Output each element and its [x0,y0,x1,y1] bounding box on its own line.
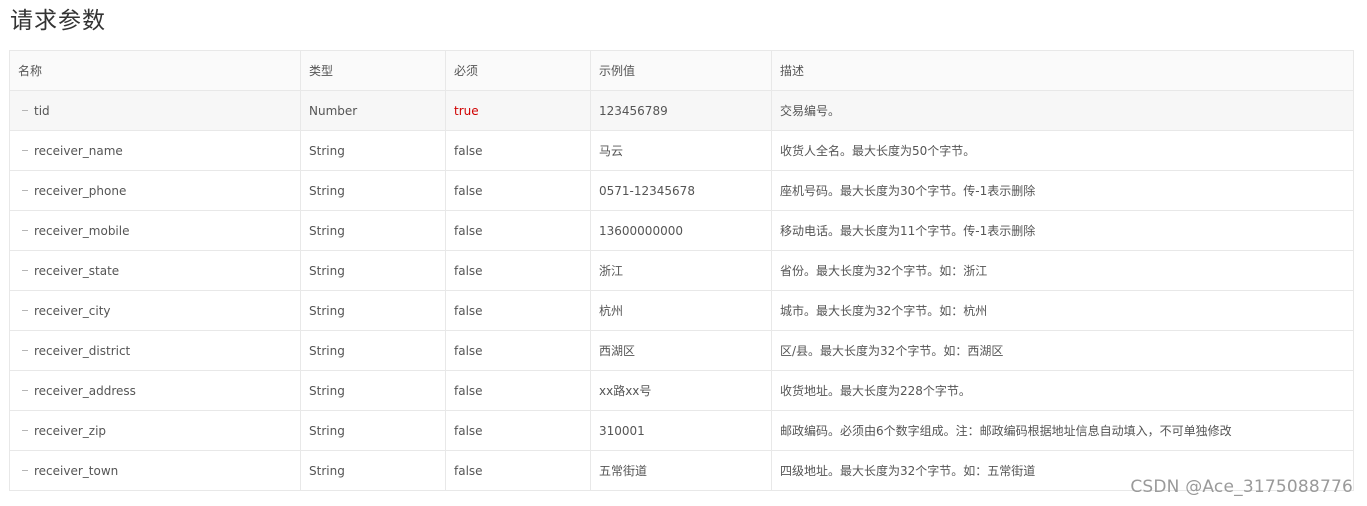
header-example: 示例值 [590,50,772,91]
param-required: true [445,90,591,131]
table-row: receiver_phone String false 0571-1234567… [9,170,1354,211]
param-name: tid [34,103,50,118]
param-type: String [300,290,446,331]
tree-dash-icon [22,189,28,191]
table-header-row: 名称 类型 必须 示例值 描述 [9,50,1354,91]
param-name-cell: receiver_city [9,290,301,331]
param-required: false [445,210,591,251]
param-example: 杭州 [590,290,772,331]
table-row: receiver_mobile String false 13600000000… [9,210,1354,251]
param-name: receiver_zip [34,423,107,438]
param-example: 浙江 [590,250,772,291]
tree-dash-icon [22,429,28,431]
param-description: 城市。最大长度为32个字节。如：杭州 [771,290,1354,331]
param-required: false [445,370,591,411]
param-required: false [445,170,591,211]
tree-dash-icon [22,309,28,311]
tree-dash-icon [22,349,28,351]
table-row: receiver_zip String false 310001 邮政编码。必须… [9,410,1354,451]
tree-dash-icon [22,269,28,271]
param-description: 移动电话。最大长度为11个字节。传-1表示删除 [771,210,1354,251]
param-name-cell: receiver_zip [9,410,301,451]
param-example: 0571-12345678 [590,170,772,211]
tree-dash-icon [22,229,28,231]
param-required: false [445,450,591,491]
param-name: receiver_name [34,143,123,158]
param-name: receiver_town [34,463,119,478]
param-required: false [445,290,591,331]
param-name: receiver_city [34,303,111,318]
param-description: 交易编号。 [771,90,1354,131]
param-name-cell: receiver_name [9,130,301,171]
tree-dash-icon [22,469,28,471]
param-example: 西湖区 [590,330,772,371]
param-example: 五常街道 [590,450,772,491]
param-description: 收货地址。最大长度为228个字节。 [771,370,1354,411]
param-name-cell: receiver_state [9,250,301,291]
param-name-cell: receiver_address [9,370,301,411]
table-row: receiver_name String false 马云 收货人全名。最大长度… [9,130,1354,171]
param-example: 马云 [590,130,772,171]
param-type: String [300,250,446,291]
param-name-cell: receiver_phone [9,170,301,211]
tree-dash-icon [22,109,28,111]
param-example: 123456789 [590,90,772,131]
param-name-cell: receiver_district [9,330,301,371]
param-name: receiver_mobile [34,223,130,238]
param-required: false [445,130,591,171]
header-description: 描述 [771,50,1354,91]
watermark: CSDN @Ace_3175088776 [1130,477,1353,497]
param-name: receiver_district [34,343,131,358]
param-name: receiver_phone [34,183,127,198]
tree-dash-icon [22,389,28,391]
table-row: receiver_address String false xx路xx号 收货地… [9,370,1354,411]
param-type: String [300,330,446,371]
param-type: String [300,130,446,171]
param-type: String [300,170,446,211]
param-example: 310001 [590,410,772,451]
tree-dash-icon [22,149,28,151]
param-type: String [300,410,446,451]
param-example: 13600000000 [590,210,772,251]
param-type: String [300,370,446,411]
header-required: 必须 [445,50,591,91]
table-row: receiver_state String false 浙江 省份。最大长度为3… [9,250,1354,291]
table-row: receiver_city String false 杭州 城市。最大长度为32… [9,290,1354,331]
param-description: 省份。最大长度为32个字节。如：浙江 [771,250,1354,291]
header-name: 名称 [9,50,301,91]
param-type: String [300,450,446,491]
param-description: 区/县。最大长度为32个字节。如：西湖区 [771,330,1354,371]
param-description: 座机号码。最大长度为30个字节。传-1表示删除 [771,170,1354,211]
param-example: xx路xx号 [590,370,772,411]
param-name-cell: receiver_mobile [9,210,301,251]
param-name: receiver_address [34,383,136,398]
page-title: 请求参数 [10,8,106,34]
param-description: 收货人全名。最大长度为50个字节。 [771,130,1354,171]
param-required: false [445,250,591,291]
param-name-cell: receiver_town [9,450,301,491]
header-type: 类型 [300,50,446,91]
param-description: 邮政编码。必须由6个数字组成。注：邮政编码根据地址信息自动填入，不可单独修改 [771,410,1354,451]
param-name: receiver_state [34,263,120,278]
param-type: String [300,210,446,251]
param-type: Number [300,90,446,131]
param-required: false [445,410,591,451]
param-name-cell: tid [9,90,301,131]
table-row: tid Number true 123456789 交易编号。 [9,90,1354,131]
request-params-table: 名称 类型 必须 示例值 描述 tid Number true 12345678… [9,50,1354,491]
param-required: false [445,330,591,371]
table-row: receiver_district String false 西湖区 区/县。最… [9,330,1354,371]
